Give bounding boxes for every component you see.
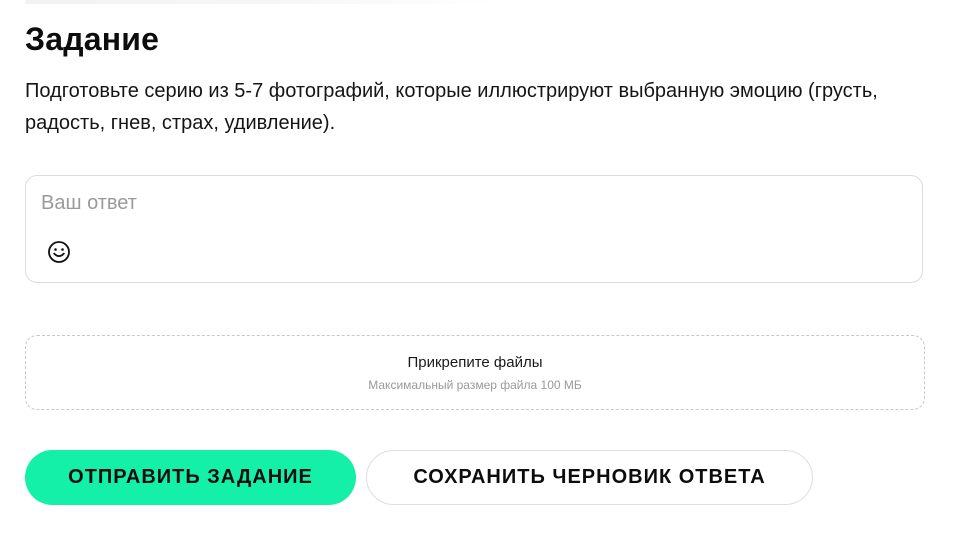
save-draft-button[interactable]: СОХРАНИТЬ ЧЕРНОВИК ОТВЕТА xyxy=(366,450,813,505)
submit-task-button[interactable]: ОТПРАВИТЬ ЗАДАНИЕ xyxy=(25,450,356,505)
top-divider xyxy=(25,0,495,4)
upload-size-hint: Максимальный размер файла 100 МБ xyxy=(368,378,582,392)
task-title: Задание xyxy=(25,21,160,57)
file-upload-dropzone[interactable]: Прикрепите файлы Максимальный размер фай… xyxy=(25,335,925,410)
smiley-icon[interactable] xyxy=(46,239,72,265)
upload-title: Прикрепите файлы xyxy=(407,354,543,371)
answer-box[interactable] xyxy=(25,175,923,283)
task-description: Подготовьте серию из 5-7 фотографий, кот… xyxy=(25,80,878,134)
answer-input[interactable] xyxy=(41,188,901,218)
